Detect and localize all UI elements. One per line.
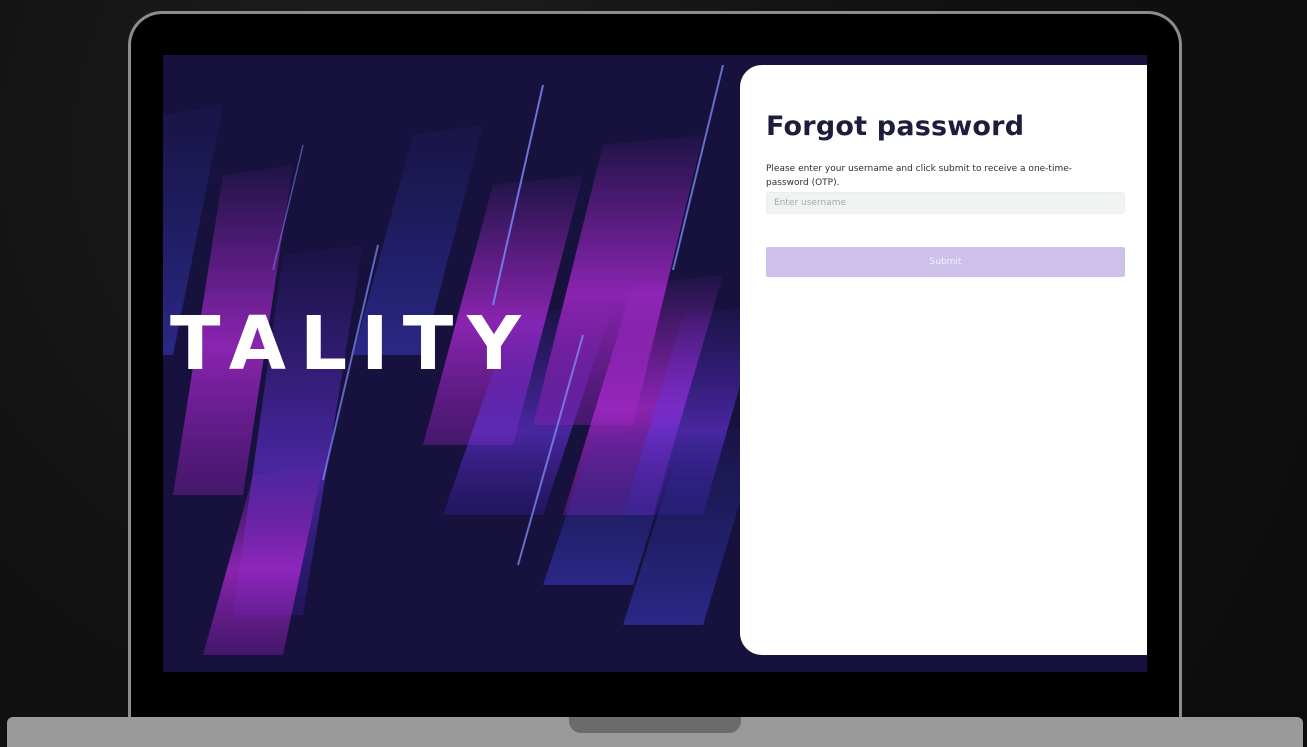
instructions-text: Please enter your username and click sub… <box>766 164 1073 188</box>
submit-button[interactable]: Submit <box>766 247 1125 277</box>
laptop-screen: TALITY Forgot password Please enter your… <box>163 55 1147 672</box>
laptop-notch <box>569 717 741 733</box>
page-title: Forgot password <box>766 111 1025 142</box>
username-input[interactable] <box>766 192 1125 214</box>
forgot-password-card: Forgot password Please enter your userna… <box>740 65 1147 655</box>
brand-wordmark: TALITY <box>170 301 535 387</box>
